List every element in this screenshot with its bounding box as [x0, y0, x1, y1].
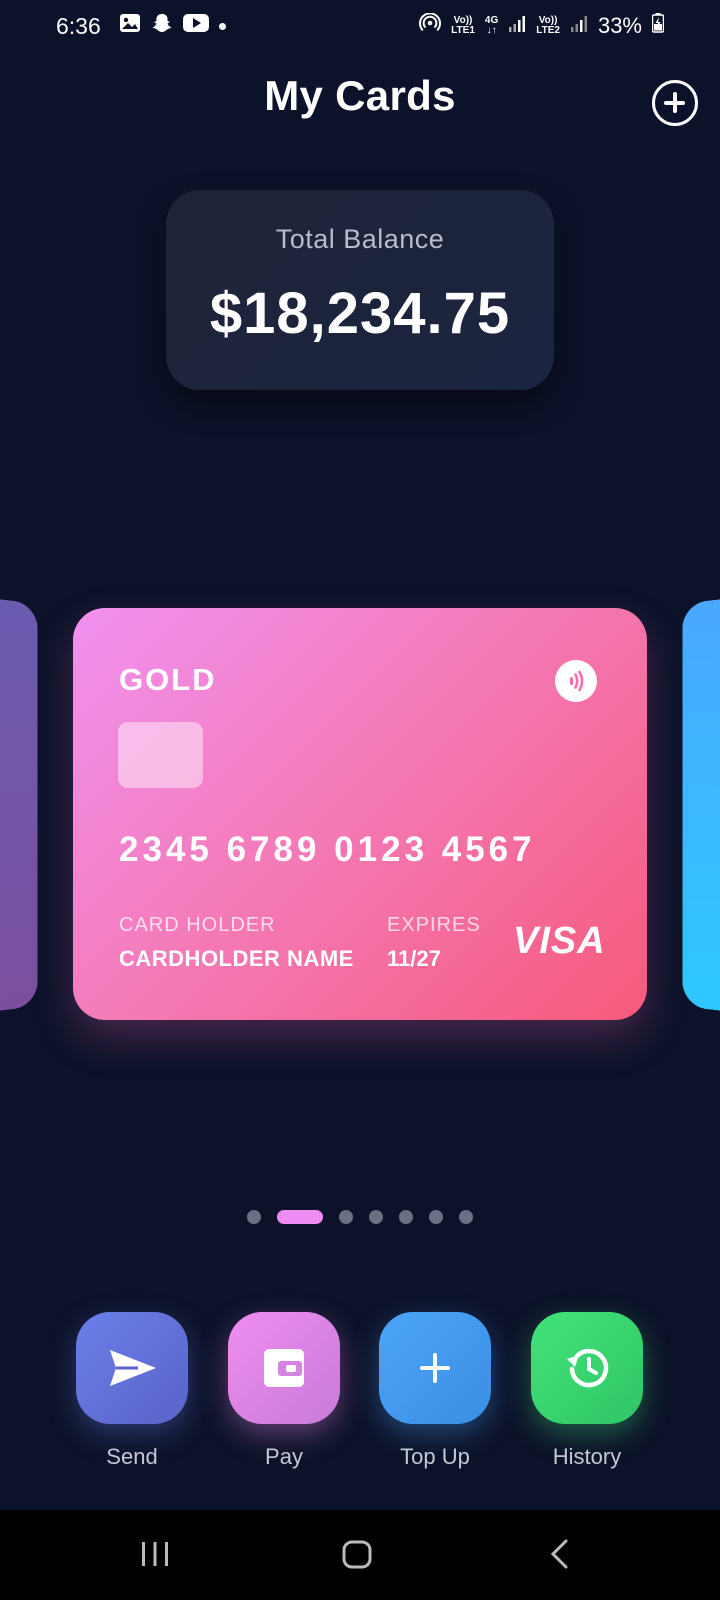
pagination-dot[interactable]: [339, 1210, 353, 1224]
status-bar-right: Vo)) LTE1 4G ↓↑ Vo)) LTE2 33%: [419, 13, 665, 39]
top-up-label: Top Up: [400, 1444, 470, 1469]
credit-card[interactable]: GOLD 2345 6789 0123 4567 CARD HOLDER CAR…: [73, 608, 647, 1020]
pay-button[interactable]: [228, 1312, 340, 1424]
home-icon: [342, 1540, 372, 1569]
add-card-button[interactable]: [652, 80, 698, 126]
youtube-icon: [182, 13, 209, 39]
history-icon: [567, 1348, 609, 1388]
previous-card[interactable]: [0, 596, 38, 1014]
balance-label: Total Balance: [275, 224, 445, 254]
4g-indicator: 4G ↓↑: [484, 15, 499, 36]
pagination-dot[interactable]: [459, 1210, 473, 1224]
signal-2-icon: [570, 13, 588, 39]
send-action[interactable]: Send: [76, 1312, 188, 1470]
page-title: My Cards: [264, 72, 456, 119]
expires-value: 11/27: [387, 946, 441, 971]
lte1-bottom-label: LTE1: [451, 25, 475, 36]
home-button[interactable]: [327, 1530, 387, 1580]
back-icon: [550, 1539, 568, 1569]
lte1-indicator: Vo)) LTE1: [451, 16, 475, 36]
contactless-icon: [555, 660, 597, 702]
next-card[interactable]: [682, 596, 720, 1014]
recent-apps-icon: [142, 1542, 168, 1566]
pagination-dot-active[interactable]: [277, 1210, 323, 1224]
pagination-dot[interactable]: [429, 1210, 443, 1224]
total-balance-card: Total Balance $18,234.75: [166, 190, 554, 390]
send-icon: [110, 1350, 156, 1386]
history-label: History: [552, 1444, 622, 1469]
lte2-indicator: Vo)) LTE2: [536, 16, 560, 36]
wallet-icon: [264, 1349, 304, 1387]
top-up-action[interactable]: Top Up: [379, 1312, 491, 1470]
pagination-dot[interactable]: [247, 1210, 261, 1224]
card-holder-name: CARDHOLDER NAME: [119, 946, 354, 971]
send-button[interactable]: [76, 1312, 188, 1424]
balance-value: $18,234.75: [209, 281, 511, 346]
history-button[interactable]: [531, 1312, 643, 1424]
system-navigation-bar: [0, 1510, 720, 1600]
4g-label: 4G: [484, 15, 499, 26]
recent-apps-button[interactable]: [125, 1530, 185, 1580]
pay-action[interactable]: Pay: [228, 1312, 340, 1470]
notification-dot-icon: [218, 22, 226, 30]
expires-label: EXPIRES: [387, 914, 481, 936]
history-action[interactable]: History: [531, 1312, 643, 1470]
status-bar: 6:36 Vo)) LTE1 4G ↓↑ Vo)) LTE2 33%: [0, 0, 720, 52]
hotspot-icon: [419, 13, 442, 39]
send-label: Send: [106, 1444, 158, 1469]
back-button[interactable]: [530, 1530, 590, 1580]
card-chip-icon: [118, 722, 203, 788]
battery-percent: 33%: [597, 13, 642, 38]
status-time: 6:36: [56, 12, 101, 39]
visa-logo: VISA: [513, 920, 606, 962]
status-bar-left: 6:36: [56, 13, 226, 40]
plus-icon: [420, 1353, 450, 1383]
gallery-icon: [119, 13, 141, 39]
carousel-pagination: [0, 1210, 720, 1224]
card-number: 2345 6789 0123 4567: [119, 830, 536, 869]
battery-charging-icon: [651, 13, 665, 39]
card-holder-label: CARD HOLDER: [119, 914, 276, 936]
pay-label: Pay: [265, 1444, 303, 1469]
top-up-button[interactable]: [379, 1312, 491, 1424]
card-tier: GOLD: [119, 662, 217, 697]
snapchat-icon: [151, 13, 173, 39]
pagination-dot[interactable]: [399, 1210, 413, 1224]
lte2-bottom-label: LTE2: [536, 25, 560, 36]
signal-icon: [508, 13, 526, 39]
pagination-dot[interactable]: [369, 1210, 383, 1224]
